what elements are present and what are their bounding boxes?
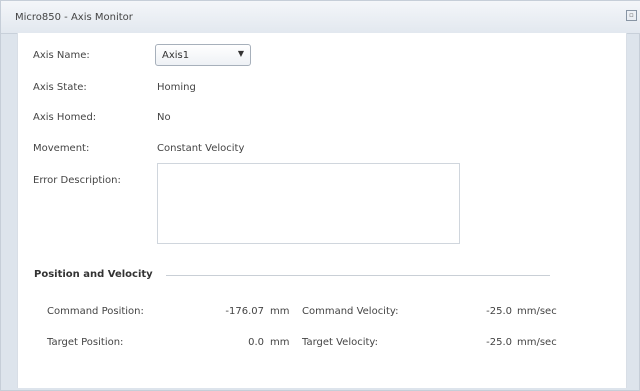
axis-homed-label: Axis Homed: <box>33 112 97 123</box>
target-velocity-unit: mm/sec <box>517 337 557 348</box>
axis-state-value: Homing <box>157 82 196 93</box>
command-velocity-value: -25.0 <box>486 306 512 317</box>
axis-state-label: Axis State: <box>33 82 87 93</box>
command-velocity-unit: mm/sec <box>517 306 557 317</box>
window-title: Micro850 - Axis Monitor <box>15 12 133 23</box>
target-velocity-label: Target Velocity: <box>302 337 378 348</box>
command-position-unit: mm <box>270 306 290 317</box>
axis-homed-value: No <box>157 112 171 123</box>
error-description-label: Error Description: <box>33 175 121 186</box>
target-position-unit: mm <box>270 337 290 348</box>
target-position-value: 0.0 <box>248 337 264 348</box>
command-position-value: -176.07 <box>225 306 264 317</box>
command-velocity-label: Command Velocity: <box>302 306 399 317</box>
target-position-label: Target Position: <box>47 337 124 348</box>
axis-name-value: Axis1 <box>162 50 190 61</box>
movement-value: Constant Velocity <box>157 143 245 154</box>
axis-monitor-window: Micro850 - Axis Monitor ▫ Axis Name: Axi… <box>0 0 640 391</box>
section-divider <box>166 275 550 276</box>
chevron-down-icon: ▼ <box>237 49 244 58</box>
axis-name-dropdown[interactable]: Axis1 ▼ <box>155 44 251 66</box>
command-position-label: Command Position: <box>47 306 144 317</box>
movement-label: Movement: <box>33 143 90 154</box>
error-description-box <box>157 163 460 244</box>
axis-monitor-panel: Axis Name: Axis1 ▼ Axis State: Homing Ax… <box>17 33 627 388</box>
axis-name-label: Axis Name: <box>33 50 90 61</box>
target-velocity-value: -25.0 <box>486 337 512 348</box>
title-bar: Micro850 - Axis Monitor ▫ <box>1 1 640 34</box>
window-restore-icon[interactable]: ▫ <box>626 10 637 21</box>
position-velocity-heading: Position and Velocity <box>34 269 153 280</box>
